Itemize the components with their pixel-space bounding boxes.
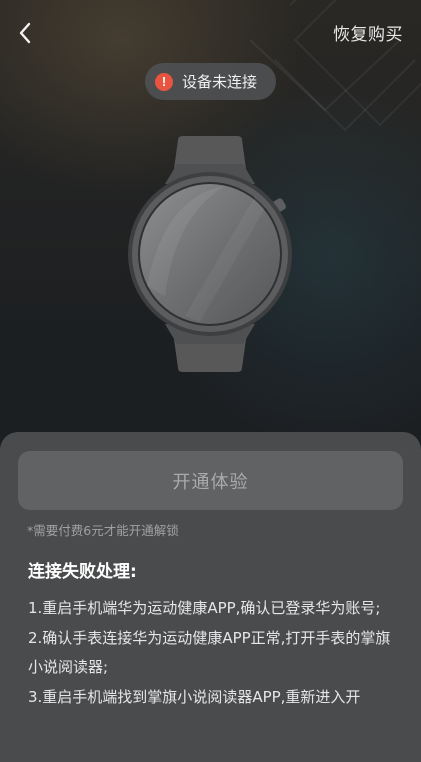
list-item: 3.重启手机端找到掌旗小说阅读器APP,重新进入开 (28, 688, 361, 706)
back-button[interactable] (10, 18, 40, 48)
alert-icon: ! (155, 72, 173, 91)
list-item: 2.确认手表连接华为运动健康APP正常,打开手表的掌旗小说阅读器; (28, 629, 391, 676)
troubleshoot-steps: 1.重启手机端华为运动健康APP,确认已登录华为账号; 2.确认手表连接华为运动… (28, 594, 398, 713)
open-trial-button[interactable]: 开通体验 (18, 451, 403, 510)
smartwatch-icon (128, 136, 292, 372)
connection-status-badge: ! 设备未连接 (145, 63, 276, 100)
connection-status-text: 设备未连接 (182, 73, 258, 91)
restore-purchase-button[interactable]: 恢复购买 (333, 20, 403, 45)
chevron-left-icon (19, 22, 31, 44)
troubleshoot-title: 连接失败处理: (28, 562, 137, 582)
fee-note: *需要付费6元才能开通解锁 (27, 523, 179, 538)
list-item: 1.重启手机端华为运动健康APP,确认已登录华为账号; (28, 599, 381, 617)
